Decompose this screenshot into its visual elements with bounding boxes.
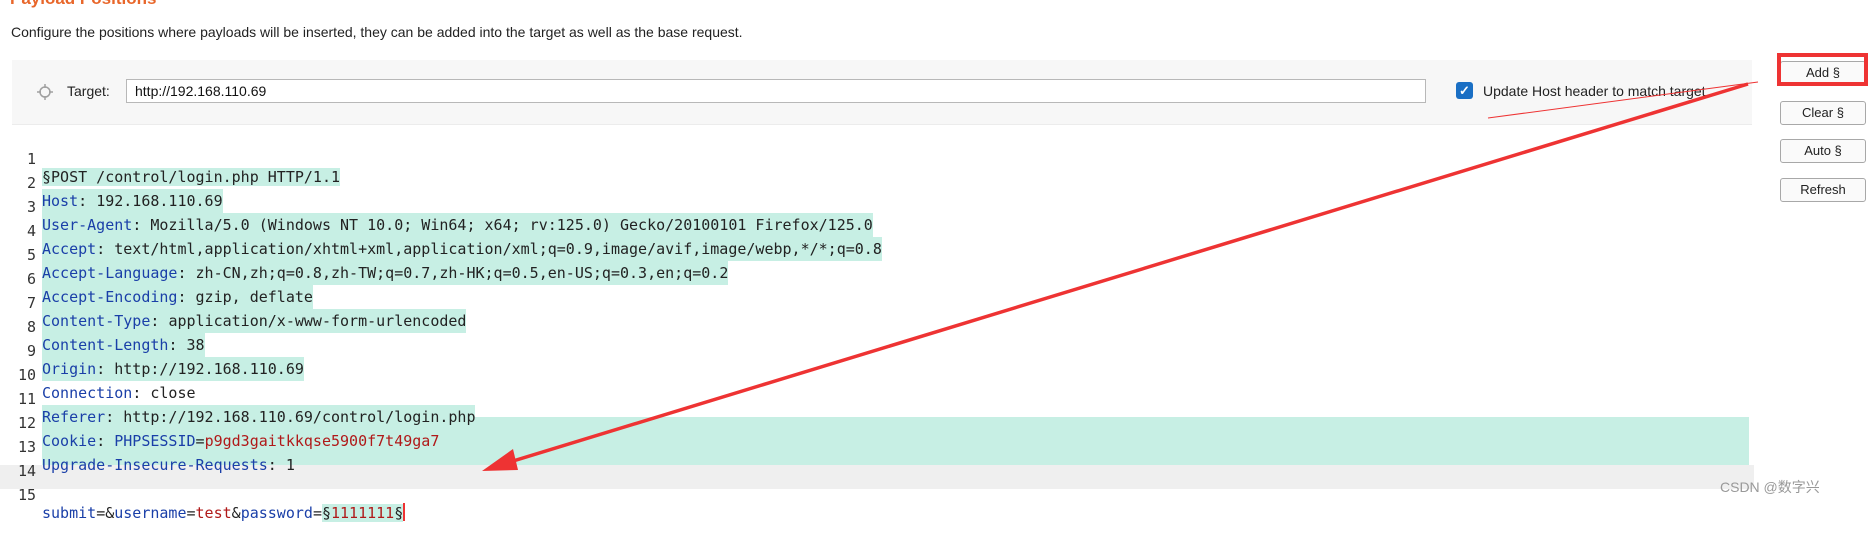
add-button-highlight-box	[1777, 53, 1868, 86]
request-line: 2 Host: 192.168.110.69	[0, 153, 1760, 213]
param-equals: =	[312, 504, 322, 522]
watermark: CSDN @数字兴	[1720, 479, 1820, 495]
request-line: 4 Accept: text/html,application/xhtml+xm…	[0, 201, 1760, 261]
request-line: 7 Content-Type: application/x-www-form-u…	[0, 273, 1760, 333]
refresh-button[interactable]: Refresh	[1780, 178, 1866, 202]
param-separator: =&	[96, 504, 115, 522]
request-line: 13 Upgrade-Insecure-Requests: 1	[0, 417, 1760, 474]
param-ampersand: &	[231, 504, 241, 522]
text-cursor	[403, 503, 406, 521]
auto-payload-markers-button[interactable]: Auto §	[1780, 139, 1866, 163]
request-line: 1 §POST /control/login.php HTTP/1.1	[0, 129, 1760, 186]
target-input[interactable]	[126, 79, 1426, 103]
request-line: 10 Connection: close	[0, 345, 1760, 402]
param-equals: =	[186, 504, 196, 522]
request-line: 11 Referer: http://192.168.110.69/contro…	[0, 369, 1760, 429]
request-line: 12 Cookie: PHPSESSID=p9gd3gaitkkqse5900f…	[0, 393, 1760, 453]
payload-marker-end: §	[394, 504, 404, 522]
request-line: 5 Accept-Language: zh-CN,zh;q=0.8,zh-TW;…	[0, 225, 1760, 285]
line-number: 15	[17, 486, 36, 504]
update-host-label: Update Host header to match target	[1483, 83, 1706, 99]
section-description: Configure the positions where payloads w…	[11, 24, 743, 40]
request-body-line: 15 submit=&username=test&password=§11111…	[0, 465, 1760, 522]
request-line: 9 Origin: http://192.168.110.69	[0, 321, 1760, 381]
request-editor[interactable]: 1 §POST /control/login.php HTTP/1.1 2 Ho…	[0, 128, 1760, 522]
request-line: 3 User-Agent: Mozilla/5.0 (Windows NT 10…	[0, 177, 1760, 237]
payload-marker-start: §	[321, 504, 331, 522]
param-value-username: test	[195, 504, 232, 522]
clear-payload-markers-button[interactable]: Clear §	[1780, 101, 1866, 125]
param-name-password: password	[240, 504, 313, 522]
update-host-checkbox[interactable]: ✓	[1456, 82, 1473, 99]
target-label: Target:	[67, 83, 110, 99]
crosshair-icon	[36, 83, 54, 101]
section-title: Payload Positions	[10, 0, 156, 9]
request-line: 14	[0, 441, 1760, 480]
param-name-username: username	[114, 504, 187, 522]
payload-position-value: 1111111	[331, 504, 395, 522]
request-line: 6 Accept-Encoding: gzip, deflate	[0, 249, 1760, 309]
param-name-submit: submit	[42, 504, 97, 522]
request-line: 8 Content-Length: 38	[0, 297, 1760, 357]
target-panel: Target: ✓ Update Host header to match ta…	[12, 60, 1752, 125]
